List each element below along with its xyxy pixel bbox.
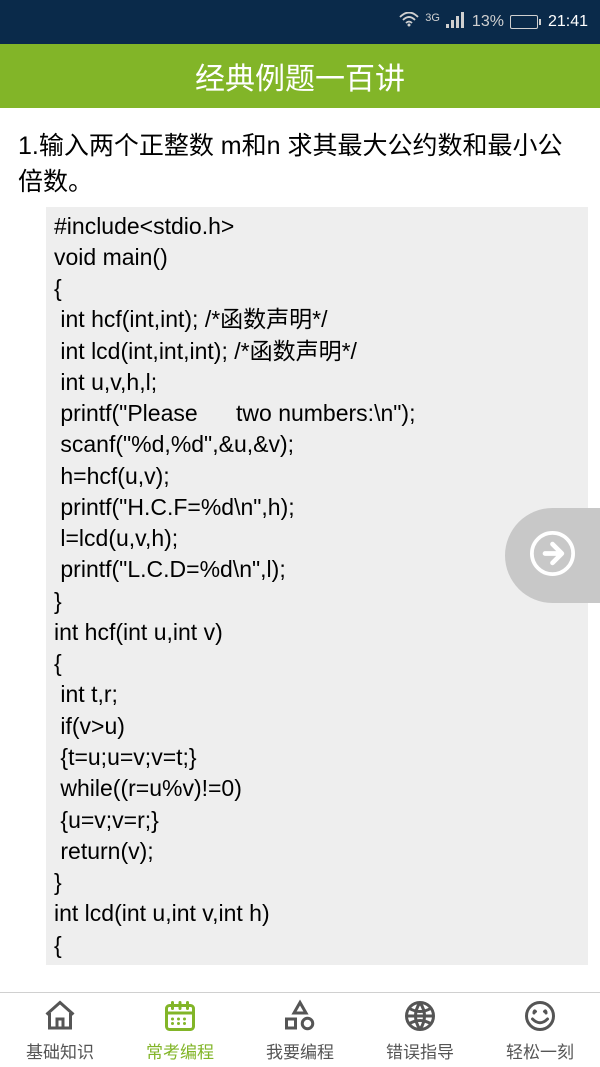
nav-label: 基础知识 xyxy=(26,1038,94,1063)
arrow-right-icon xyxy=(530,531,575,581)
battery-percent: 13% xyxy=(472,13,504,31)
page-title: 经典例题一百讲 xyxy=(195,54,405,98)
nav-label: 常考编程 xyxy=(146,1038,214,1063)
battery-icon xyxy=(510,15,538,29)
status-bar: 3G 13% 21:41 xyxy=(0,0,600,44)
nav-error-guide[interactable]: 错误指导 xyxy=(360,993,480,1067)
home-icon xyxy=(42,998,78,1034)
wifi-icon xyxy=(399,12,419,33)
next-button[interactable] xyxy=(505,508,600,603)
signal-icon xyxy=(446,12,466,33)
globe-icon xyxy=(402,998,438,1034)
network-type: 3G xyxy=(425,12,440,24)
nav-label: 错误指导 xyxy=(386,1038,454,1063)
apps-icon xyxy=(282,998,318,1034)
nav-basics[interactable]: 基础知识 xyxy=(0,993,120,1067)
status-time: 21:41 xyxy=(548,13,588,31)
nav-label: 轻松一刻 xyxy=(506,1038,574,1063)
nav-relax[interactable]: 轻松一刻 xyxy=(480,993,600,1067)
smile-icon xyxy=(522,998,558,1034)
code-block: #include<stdio.h> void main() { int hcf(… xyxy=(46,207,588,965)
nav-i-code[interactable]: 我要编程 xyxy=(240,993,360,1067)
nav-common-coding[interactable]: 常考编程 xyxy=(120,993,240,1067)
problem-title: 1.输入两个正整数 m和n 求其最大公约数和最小公倍数。 xyxy=(18,128,582,201)
nav-label: 我要编程 xyxy=(266,1038,334,1063)
title-bar: 经典例题一百讲 xyxy=(0,44,600,108)
calendar-icon xyxy=(162,998,198,1034)
bottom-nav: 基础知识 常考编程 我要编程 错误指导 轻松一刻 xyxy=(0,992,600,1067)
